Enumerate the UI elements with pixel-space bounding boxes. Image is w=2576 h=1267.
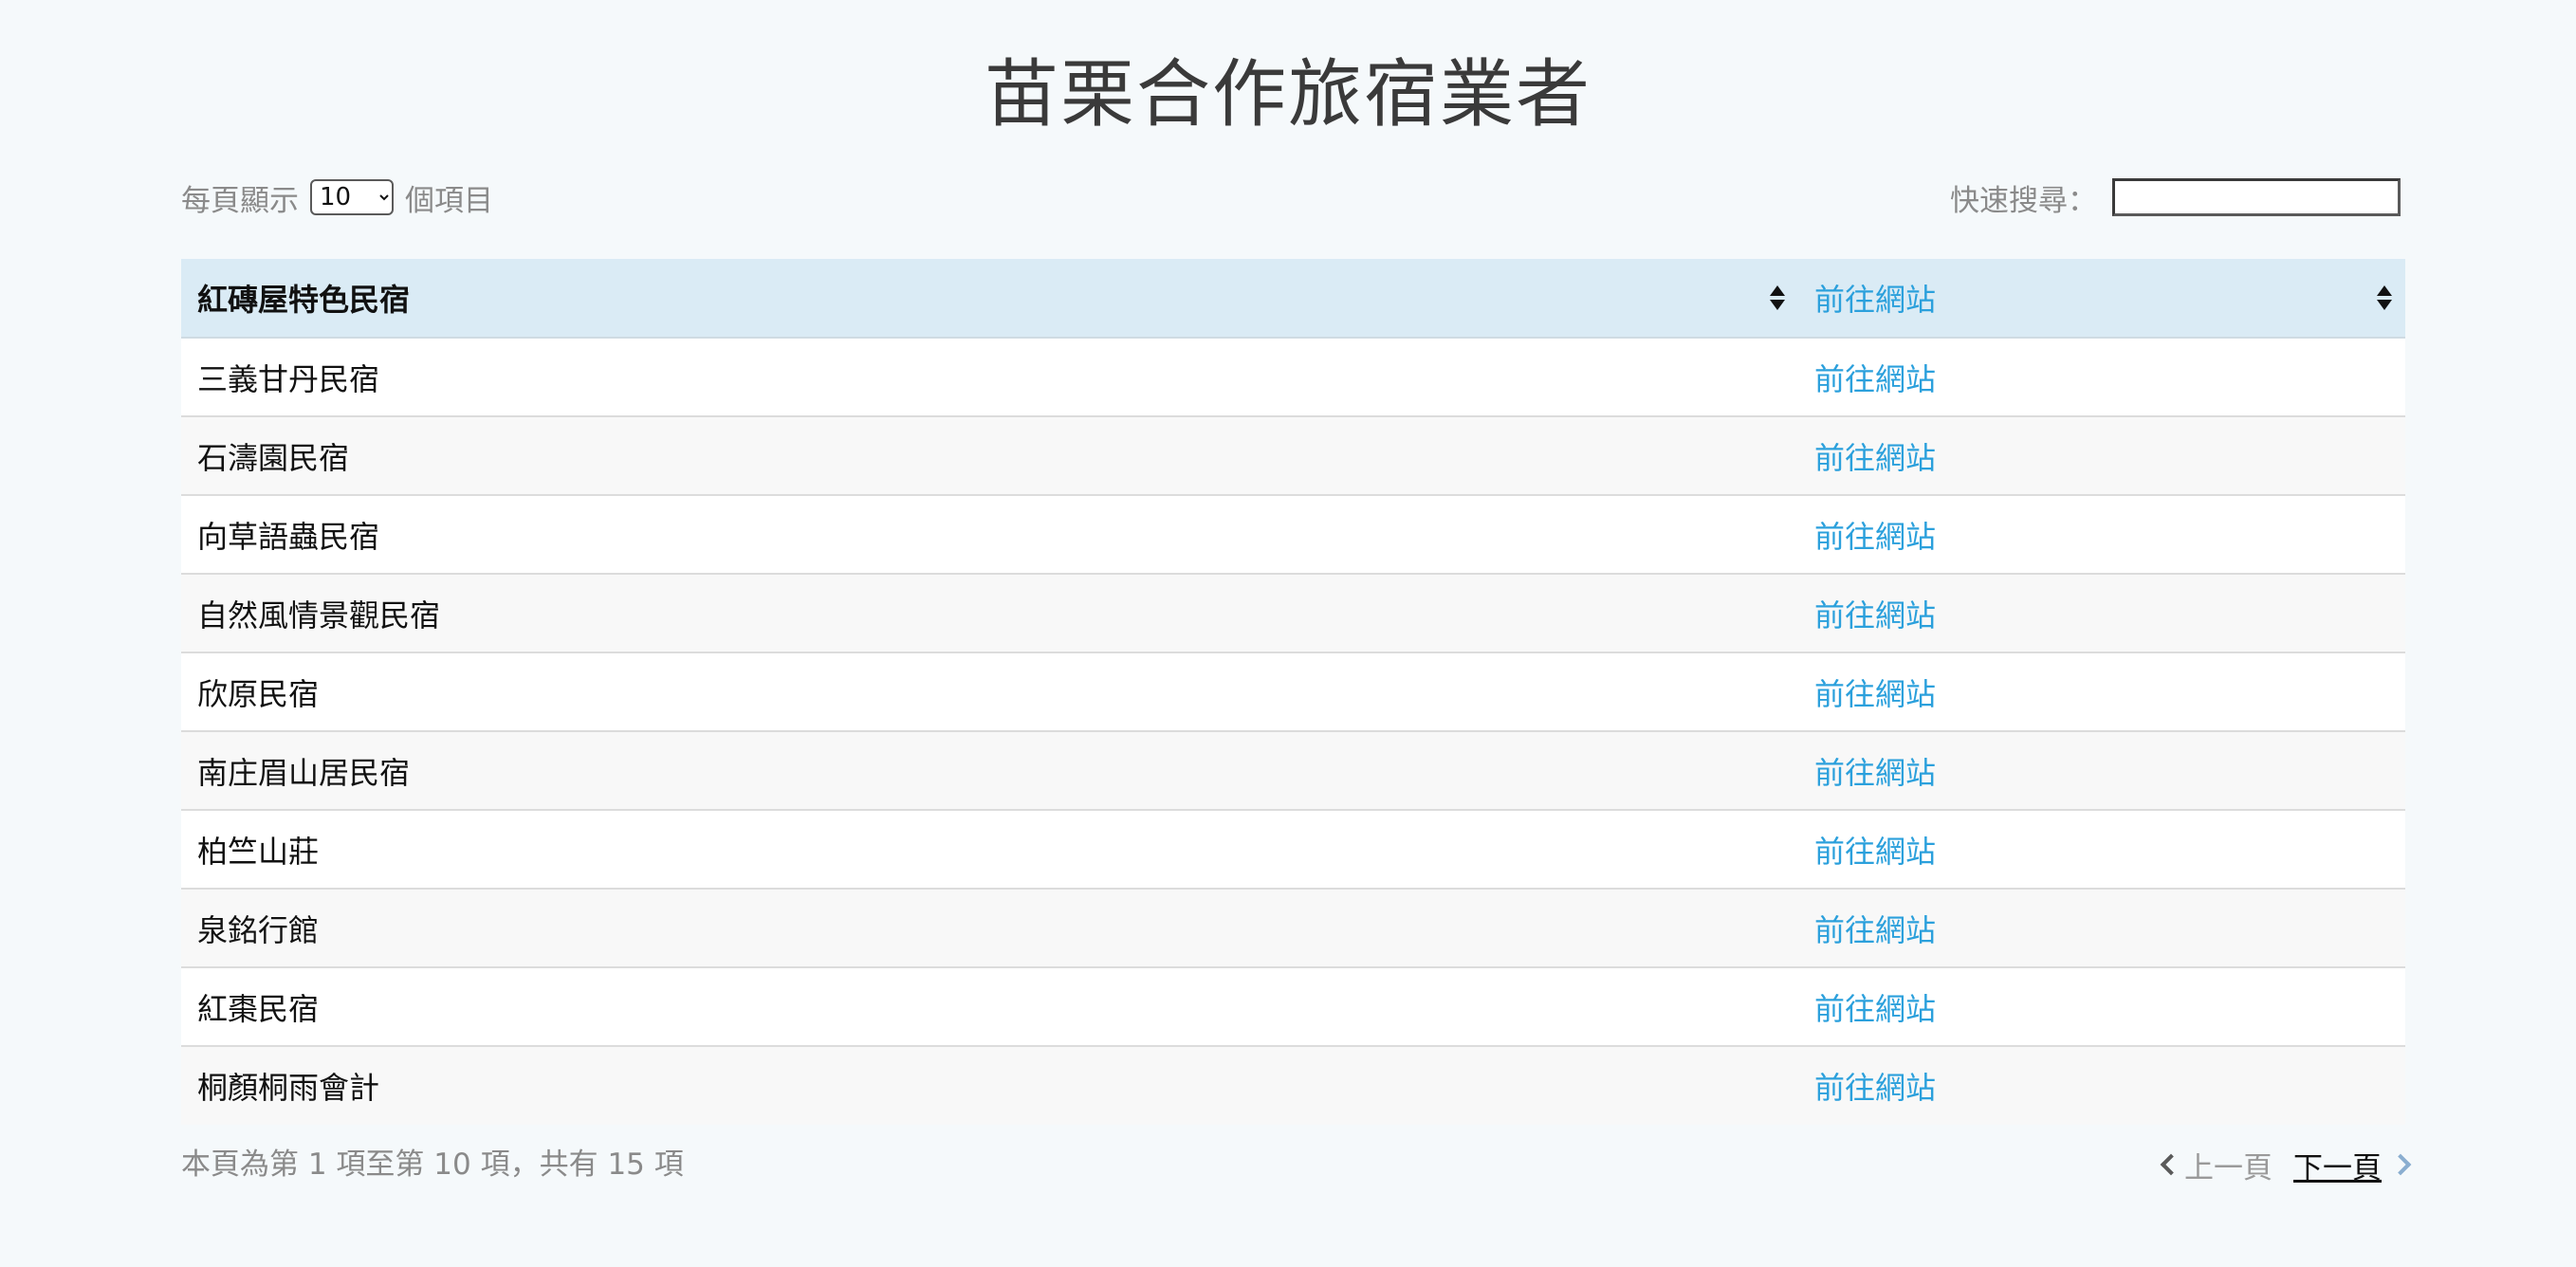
- website-link[interactable]: 前往網站: [1798, 652, 2405, 732]
- table-row: 向草語蟲民宿 前往網站: [181, 495, 2405, 575]
- search-label: 快速搜尋：: [1950, 183, 2097, 218]
- hotel-name-cell: 紅棗民宿: [181, 967, 1798, 1047]
- website-link[interactable]: 前往網站: [1798, 967, 2405, 1047]
- website-link[interactable]: 前往網站: [1798, 1046, 2405, 1125]
- column-header-name-label: 紅磚屋特色民宿: [197, 282, 411, 318]
- page-length-control: 每頁顯示 10 個項目: [181, 174, 493, 220]
- table-row: 紅棗民宿 前往網站: [181, 967, 2405, 1047]
- hotel-name-cell: 柏竺山莊: [181, 810, 1798, 890]
- table-row: 柏竺山莊 前往網站: [181, 810, 2405, 890]
- hotel-name-cell: 三義甘丹民宿: [181, 338, 1798, 417]
- page-title: 苗栗合作旅宿業者: [984, 52, 1592, 138]
- column-header-link[interactable]: 前往網站: [1798, 259, 2405, 339]
- chevron-left-icon: [2160, 1153, 2182, 1176]
- next-page-label: 下一頁: [2293, 1150, 2382, 1185]
- website-link[interactable]: 前往網站: [1798, 889, 2405, 968]
- hotel-name-cell: 自然風情景觀民宿: [181, 574, 1798, 653]
- prev-page-button[interactable]: 上一頁: [2160, 1144, 2272, 1186]
- next-page-button[interactable]: 下一頁: [2293, 1144, 2412, 1186]
- table-info: 本頁為第 1 項至第 10 項，共有 15 項: [181, 1148, 684, 1182]
- search-control: 快速搜尋：: [1950, 174, 2401, 220]
- search-input[interactable]: [2112, 178, 2401, 216]
- column-header-link-label: 前往網站: [1814, 282, 1937, 318]
- table-body: 三義甘丹民宿 前往網站 石濤園民宿 前往網站 向草語蟲民宿 前往網站 自然風情景觀民宿 前往網…: [181, 338, 2405, 1125]
- hotel-name-cell: 南庄眉山居民宿: [181, 731, 1798, 811]
- website-link[interactable]: 前往網站: [1798, 416, 2405, 496]
- hotel-name-cell: 欣原民宿: [181, 652, 1798, 732]
- table-row: 桐顏桐雨會計 前往網站: [181, 1046, 2405, 1125]
- pagination: 上一頁 下一頁: [2160, 1141, 2412, 1188]
- table-row: 泉銘行館 前往網站: [181, 889, 2405, 968]
- hotel-name-cell: 泉銘行館: [181, 889, 1798, 968]
- hotel-table: 紅磚屋特色民宿 前往網站 三義甘丹民宿 前往網站 石濤園民宿 前往網站 向草語蟲民宿 前往…: [181, 259, 2405, 1125]
- table-header-row: 紅磚屋特色民宿 前往網站: [181, 259, 2405, 339]
- website-link[interactable]: 前往網站: [1798, 574, 2405, 653]
- website-link[interactable]: 前往網站: [1798, 731, 2405, 811]
- hotel-name-cell: 桐顏桐雨會計: [181, 1046, 1798, 1125]
- sort-icon: [1770, 285, 1785, 310]
- prev-page-label: 上一頁: [2184, 1150, 2272, 1185]
- length-suffix-label: 個項目: [405, 183, 493, 218]
- table-row: 三義甘丹民宿 前往網站: [181, 338, 2405, 417]
- column-header-name[interactable]: 紅磚屋特色民宿: [181, 259, 1798, 339]
- sort-icon: [2377, 285, 2392, 310]
- table-row: 欣原民宿 前往網站: [181, 652, 2405, 732]
- hotel-name-cell: 向草語蟲民宿: [181, 495, 1798, 575]
- table-row: 南庄眉山居民宿 前往網站: [181, 731, 2405, 811]
- hotel-name-cell: 石濤園民宿: [181, 416, 1798, 496]
- length-prefix-label: 每頁顯示: [181, 183, 299, 218]
- website-link[interactable]: 前往網站: [1798, 495, 2405, 575]
- table-row: 石濤園民宿 前往網站: [181, 416, 2405, 496]
- website-link[interactable]: 前往網站: [1798, 338, 2405, 417]
- page: 苗栗合作旅宿業者 每頁顯示 10 個項目 快速搜尋： 紅磚屋特色民宿 前往網站: [0, 0, 2576, 1267]
- page-length-select[interactable]: 10: [310, 179, 394, 215]
- chevron-right-icon: [2389, 1153, 2412, 1176]
- table-row: 自然風情景觀民宿 前往網站: [181, 574, 2405, 653]
- website-link[interactable]: 前往網站: [1798, 810, 2405, 890]
